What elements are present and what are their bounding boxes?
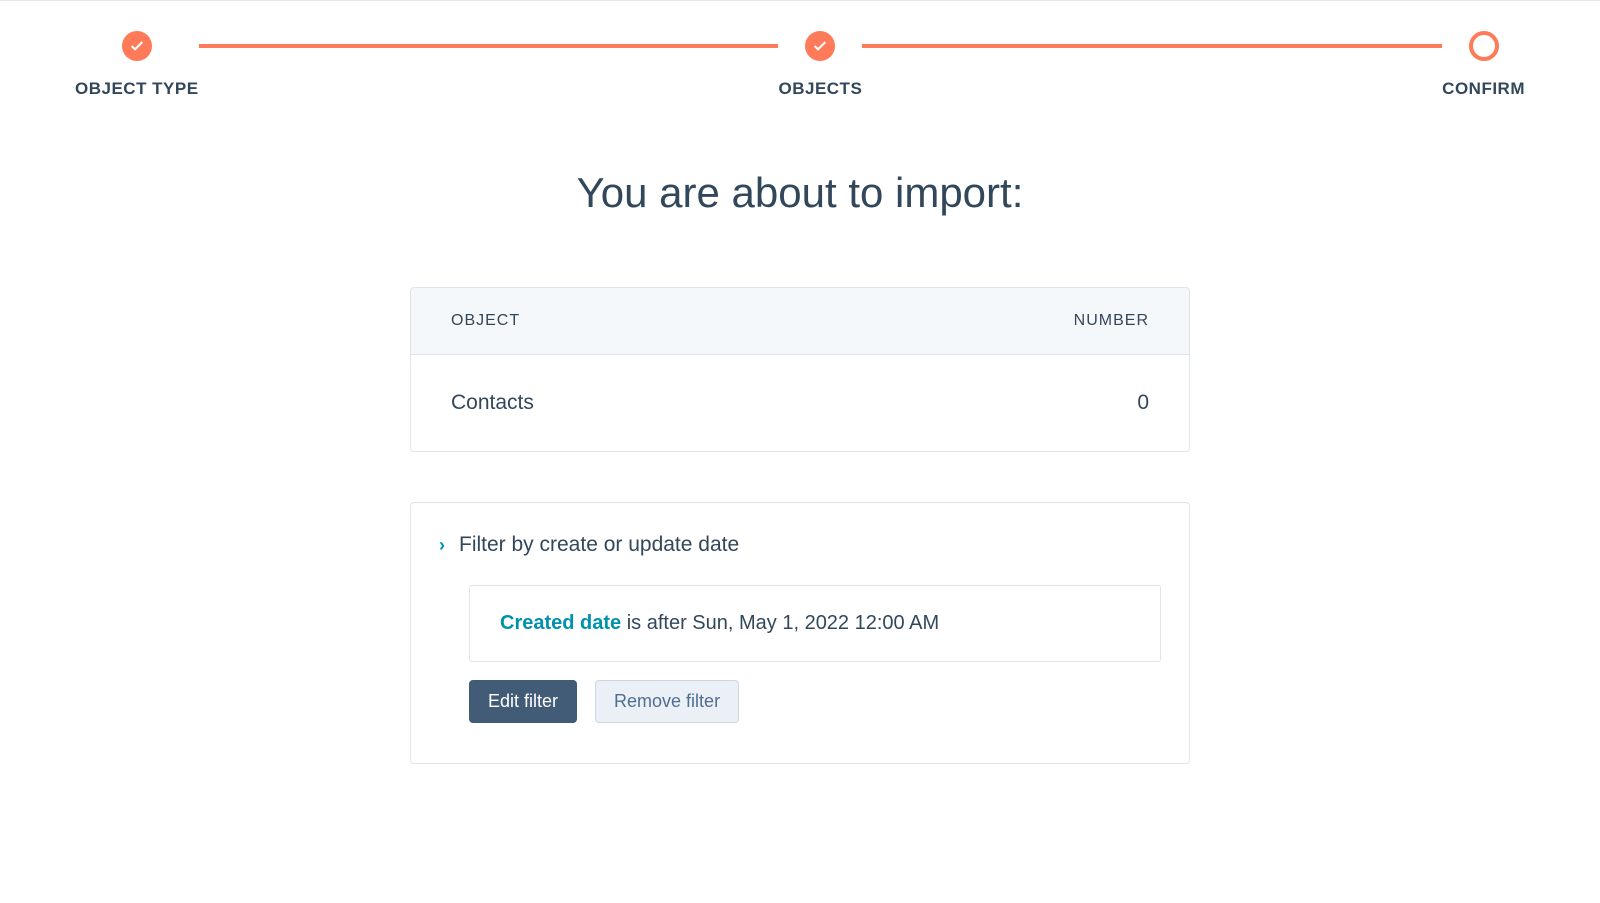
summary-table: OBJECT NUMBER Contacts 0 <box>410 287 1190 452</box>
filter-actions: Edit filter Remove filter <box>469 680 1161 723</box>
cell-object: Contacts <box>451 391 534 415</box>
step-label: CONFIRM <box>1442 79 1525 99</box>
filter-title: Filter by create or update date <box>459 533 739 557</box>
step-circle-done <box>122 31 152 61</box>
filter-rule: Created date is after Sun, May 1, 2022 1… <box>469 585 1161 662</box>
filter-panel: › Filter by create or update date Create… <box>410 502 1190 764</box>
step-label: OBJECTS <box>778 79 862 99</box>
edit-filter-button[interactable]: Edit filter <box>469 680 577 723</box>
table-row: Contacts 0 <box>411 355 1189 451</box>
main-content: You are about to import: OBJECT NUMBER C… <box>390 169 1210 764</box>
step-connector <box>862 44 1442 48</box>
filter-field: Created date <box>500 612 621 634</box>
table-header: OBJECT NUMBER <box>411 288 1189 355</box>
col-header-number: NUMBER <box>1074 312 1149 330</box>
col-header-object: OBJECT <box>451 312 520 330</box>
filter-condition: is after Sun, May 1, 2022 12:00 AM <box>621 612 939 634</box>
cell-number: 0 <box>1137 391 1149 415</box>
step-connector <box>199 44 779 48</box>
step-object-type[interactable]: OBJECT TYPE <box>75 31 199 99</box>
check-icon <box>812 38 828 54</box>
stepper: OBJECT TYPE OBJECTS CONFIRM <box>0 1 1600 99</box>
filter-toggle[interactable]: › Filter by create or update date <box>439 533 1161 557</box>
step-confirm[interactable]: CONFIRM <box>1442 31 1525 99</box>
remove-filter-button[interactable]: Remove filter <box>595 680 739 723</box>
step-circle-pending <box>1469 31 1499 61</box>
step-circle-done <box>805 31 835 61</box>
step-objects[interactable]: OBJECTS <box>778 31 862 99</box>
page-title: You are about to import: <box>410 169 1190 217</box>
check-icon <box>129 38 145 54</box>
step-label: OBJECT TYPE <box>75 79 199 99</box>
chevron-right-icon: › <box>439 535 445 556</box>
